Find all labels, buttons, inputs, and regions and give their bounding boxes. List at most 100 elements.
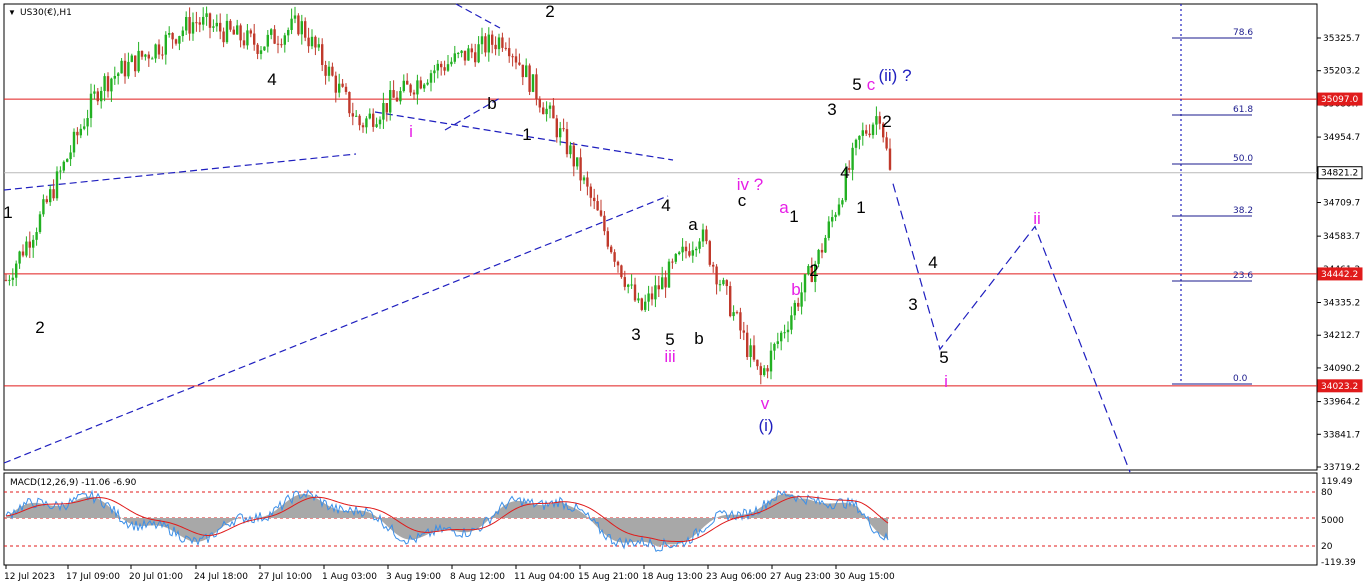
- candle-body: [518, 62, 521, 65]
- candle-body: [514, 56, 518, 63]
- candle-body: [429, 73, 433, 83]
- candle-body: [528, 65, 531, 92]
- candle-body: [854, 139, 858, 148]
- candle-body: [647, 293, 650, 302]
- candle-body: [582, 177, 586, 181]
- candle-body: [62, 161, 65, 171]
- candle-body: [610, 246, 613, 253]
- candle-body: [780, 332, 783, 342]
- candle-body: [535, 74, 538, 99]
- candle-body: [321, 44, 324, 65]
- time-tick-label: 27 Aug 23:00: [770, 572, 831, 582]
- candle-body: [113, 75, 116, 79]
- candle-body: [463, 50, 467, 61]
- candle-body: [341, 83, 344, 87]
- wave-label: iii: [664, 347, 675, 366]
- candle-body: [769, 350, 773, 372]
- candle-body: [86, 118, 89, 127]
- candle-body: [409, 84, 412, 93]
- candle-body: [147, 54, 150, 59]
- wave-label: i: [409, 122, 413, 141]
- candle-body: [800, 292, 803, 307]
- fibonacci-retracement[interactable]: 78.6 61.8 50.0 38.2 23.6 0.0: [1172, 28, 1253, 385]
- candle-body: [11, 277, 14, 280]
- candle-body: [797, 302, 800, 307]
- candle-body: [858, 135, 861, 140]
- candle-body: [79, 128, 82, 136]
- dropdown-arrow-icon[interactable]: ▼: [8, 8, 16, 17]
- candle-body: [470, 48, 473, 53]
- candle-body: [242, 40, 246, 46]
- candle-body: [412, 92, 416, 95]
- candle-body: [314, 36, 317, 48]
- candle-body: [657, 285, 660, 290]
- candle-body: [317, 44, 320, 48]
- candle-body: [759, 366, 762, 376]
- wave-label: 1: [3, 203, 12, 222]
- wave-label: b: [694, 329, 703, 348]
- candle-body: [739, 312, 742, 331]
- price-tick-label: 34090.2: [1323, 364, 1360, 374]
- candle-body: [722, 280, 725, 285]
- candle-body: [569, 145, 572, 155]
- candle-body: [841, 200, 844, 205]
- candle-body: [766, 368, 769, 372]
- candle-body: [205, 13, 208, 17]
- candle-body: [253, 33, 256, 45]
- forecast-path: [892, 183, 1131, 473]
- candle-body: [606, 231, 609, 247]
- candle-body: [576, 157, 579, 167]
- candle-body: [21, 251, 25, 256]
- candle-body: [171, 33, 174, 40]
- wave-label: 5: [852, 75, 861, 94]
- candle-body: [501, 37, 504, 48]
- candle-body: [820, 249, 824, 253]
- candle-body: [382, 103, 385, 120]
- candle-body: [327, 66, 331, 76]
- candle-body: [596, 201, 599, 211]
- time-tick-label: 20 Jul 01:00: [129, 572, 183, 582]
- candle-body: [358, 115, 361, 126]
- candle-body: [232, 29, 235, 35]
- candle-body: [620, 265, 623, 278]
- candle-body: [229, 20, 232, 30]
- candle-body: [460, 50, 463, 54]
- candle-body: [640, 298, 643, 310]
- candle-body: [446, 64, 450, 71]
- time-axis: 12 Jul 2023 17 Jul 09:00 20 Jul 01:00 24 Ju…: [4, 565, 895, 582]
- candle-body: [137, 50, 140, 72]
- candle-body: [307, 37, 310, 47]
- wave-label: 3: [631, 325, 640, 344]
- wave-label: 1: [856, 198, 865, 217]
- time-tick-label: 23 Aug 06:00: [706, 572, 767, 582]
- candle-body: [259, 50, 263, 54]
- price-tick-label: 34954.7: [1323, 133, 1360, 143]
- candle-body: [263, 46, 266, 51]
- candle-body: [678, 252, 681, 255]
- wave-label: ii: [1033, 209, 1041, 228]
- wave-label: (ii) ?: [878, 66, 911, 85]
- candle-body: [120, 60, 123, 74]
- wave-label: iv ?: [737, 175, 763, 194]
- macd-scale-label: 119.49: [1321, 477, 1353, 487]
- candle-body: [32, 239, 35, 248]
- candle-body: [219, 22, 222, 32]
- candle-body: [572, 145, 575, 167]
- macd-axis: 119.4980 5000 20 -119.39: [1321, 477, 1356, 568]
- candle-body: [654, 285, 657, 300]
- price-chart[interactable]: ▼ US30(€),H1 78.661.850.038.223.60.0 124…: [0, 0, 1366, 588]
- candle-body: [208, 13, 212, 28]
- candle-body: [144, 54, 147, 57]
- candle-body: [480, 36, 484, 45]
- candle-body: [140, 50, 144, 57]
- wave-label: 4: [267, 70, 276, 89]
- candle-body: [457, 53, 460, 55]
- price-tick-label: 34583.7: [1323, 232, 1360, 242]
- candle-body: [650, 293, 654, 300]
- candle-body: [531, 74, 535, 92]
- candle-body: [426, 82, 429, 85]
- candle-body: [212, 26, 215, 28]
- wave-label: 2: [809, 261, 818, 280]
- candle-body: [361, 125, 365, 128]
- candle-body: [151, 58, 154, 60]
